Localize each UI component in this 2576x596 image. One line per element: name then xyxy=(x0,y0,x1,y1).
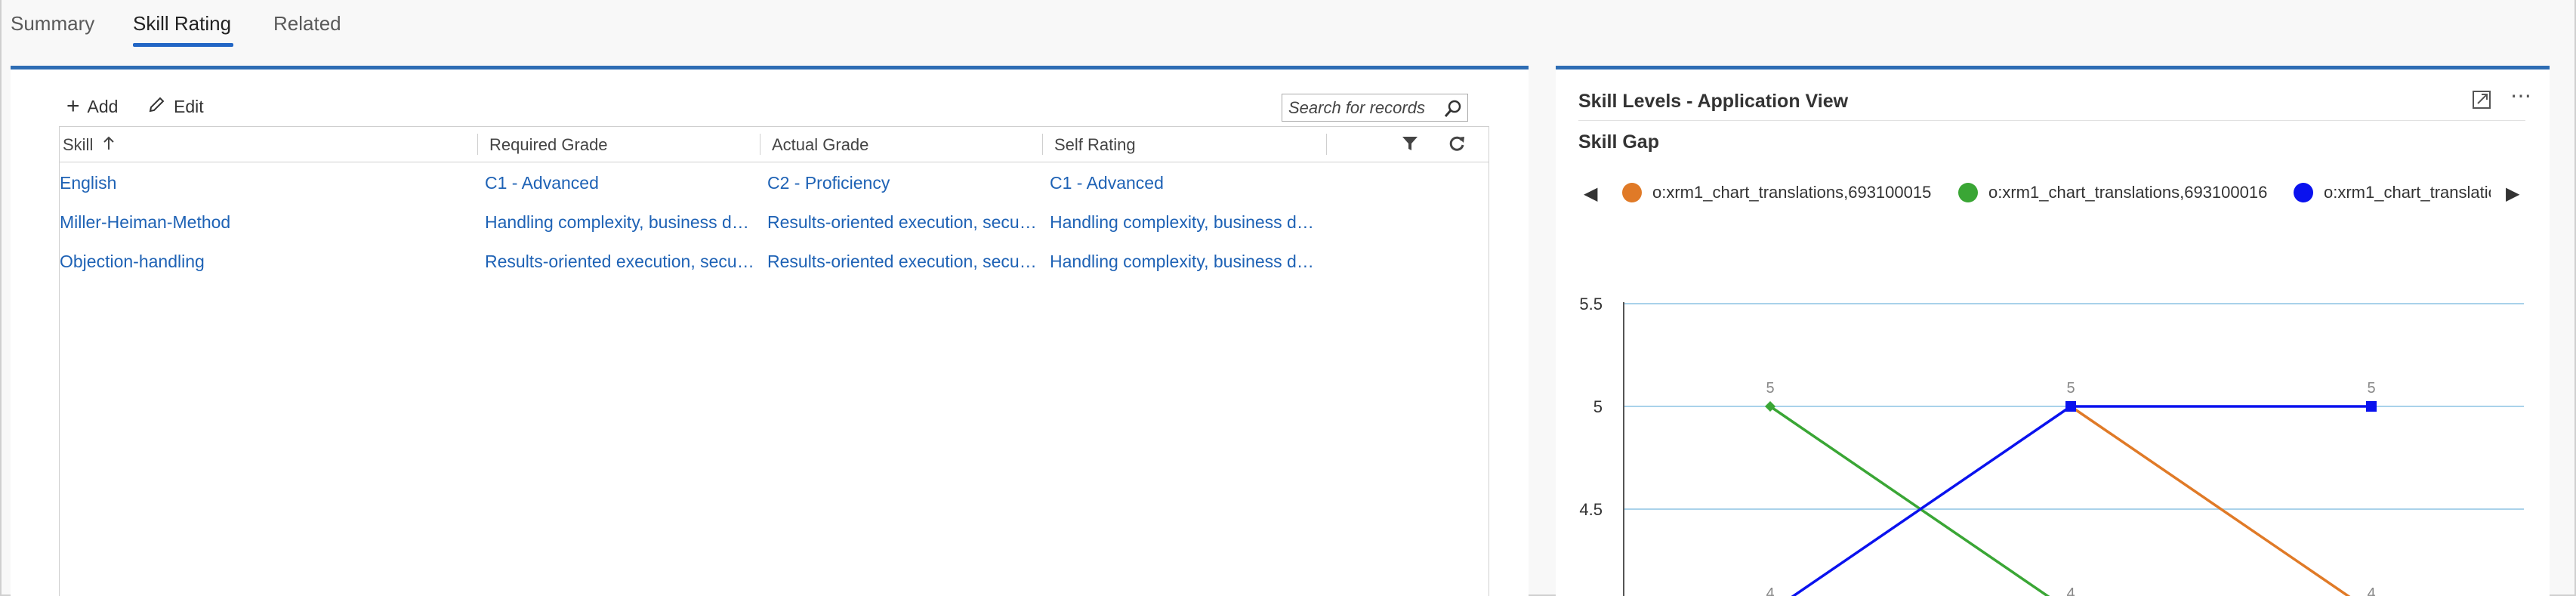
tab-related[interactable]: Related xyxy=(273,12,341,36)
legend-item[interactable]: o:xrm1_chart_translations,693100017 xyxy=(2294,183,2491,202)
series-line xyxy=(1791,405,2072,596)
legend-marker xyxy=(1958,183,1978,202)
series-line xyxy=(2070,405,2351,596)
column-header-actual-grade[interactable]: Actual Grade xyxy=(772,135,868,155)
legend-label: o:xrm1_chart_translations,693100017 xyxy=(2324,183,2491,202)
edit-button[interactable]: Edit xyxy=(148,95,204,118)
data-point xyxy=(2366,401,2377,412)
column-divider[interactable] xyxy=(1326,134,1327,155)
tab-summary[interactable]: Summary xyxy=(11,12,94,36)
legend-next-arrow[interactable]: ▶ xyxy=(2506,183,2519,205)
table-row[interactable]: English C1 - Advanced C2 - Proficiency C… xyxy=(60,165,1489,204)
column-header-required-grade[interactable]: Required Grade xyxy=(489,135,608,155)
data-label: 4 xyxy=(2367,585,2375,596)
cell-actual-grade[interactable]: C2 - Proficiency xyxy=(767,173,1039,193)
filter-icon[interactable] xyxy=(1401,134,1419,156)
plus-icon: + xyxy=(66,94,80,119)
data-label: 5 xyxy=(1766,380,1774,397)
skill-rating-subgrid: + Add Edit Skill Required Grade Actual G… xyxy=(11,66,1529,596)
search-box xyxy=(1282,94,1468,122)
cell-self-rating[interactable]: C1 - Advanced xyxy=(1050,173,1322,193)
legend-item[interactable]: o:xrm1_chart_translations,693100016 xyxy=(1958,183,2267,202)
cell-skill[interactable]: Objection-handling xyxy=(60,252,467,272)
search-input[interactable] xyxy=(1288,97,1439,118)
cell-actual-grade[interactable]: Results-oriented execution, security and… xyxy=(767,252,1039,272)
legend-prev-arrow[interactable]: ◀ xyxy=(1584,183,1597,205)
column-header-skill-label: Skill xyxy=(63,135,94,154)
series-line xyxy=(1769,405,2050,596)
cell-self-rating[interactable]: Handling complexity, business developmen… xyxy=(1050,252,1322,272)
sort-ascending-icon xyxy=(102,135,116,154)
y-tick-label: 5 xyxy=(1593,397,1603,416)
cell-self-rating[interactable]: Handling complexity, business developmen… xyxy=(1050,212,1322,233)
data-label: 5 xyxy=(2367,380,2375,397)
cell-required-grade[interactable]: Results-oriented execution, security and… xyxy=(485,252,757,272)
legend-label: o:xrm1_chart_translations,693100015 xyxy=(1652,183,1932,202)
cell-required-grade[interactable]: C1 - Advanced xyxy=(485,173,757,193)
y-tick-label: 4.5 xyxy=(1579,500,1603,519)
expand-chart-icon[interactable] xyxy=(2471,89,2492,116)
cell-skill[interactable]: Miller-Heiman-Method xyxy=(60,212,467,233)
cell-required-grade[interactable]: Handling complexity, business developmen… xyxy=(485,212,757,233)
cell-skill[interactable]: English xyxy=(60,173,467,193)
add-button[interactable]: + Add xyxy=(66,95,118,118)
column-divider[interactable] xyxy=(1042,134,1043,155)
column-header-skill[interactable]: Skill xyxy=(63,135,116,155)
data-label: 4 xyxy=(1766,585,1774,596)
divider xyxy=(1578,120,2525,121)
chart-legend: o:xrm1_chart_translations,693100015 o:xr… xyxy=(1622,183,2491,213)
legend-label: o:xrm1_chart_translations,693100016 xyxy=(1988,183,2268,202)
tab-skill-rating[interactable]: Skill Rating xyxy=(133,12,231,36)
edit-label: Edit xyxy=(174,96,204,116)
chart-panel: Skill Levels - Application View ⋯ Skill … xyxy=(1556,66,2550,596)
cell-actual-grade[interactable]: Results-oriented execution, security and… xyxy=(767,212,1039,233)
chart-panel-title: Skill Levels - Application View xyxy=(1578,91,1849,112)
legend-marker xyxy=(2294,183,2313,202)
more-options-icon[interactable]: ⋯ xyxy=(2510,83,2531,108)
line-chart: 44.555.5545445 xyxy=(1579,295,2524,596)
chart-title: Skill Gap xyxy=(1578,131,1659,153)
pencil-icon xyxy=(148,95,166,118)
data-label: 5 xyxy=(2066,380,2075,397)
data-point xyxy=(2065,401,2076,412)
column-divider[interactable] xyxy=(477,134,478,155)
search-icon[interactable] xyxy=(1443,99,1463,119)
grid-header: Skill Required Grade Actual Grade Self R… xyxy=(60,127,1489,162)
table-row[interactable]: Miller-Heiman-Method Handling complexity… xyxy=(60,204,1489,243)
records-grid: Skill Required Grade Actual Grade Self R… xyxy=(59,126,1489,596)
add-label: Add xyxy=(87,96,119,116)
active-tab-indicator xyxy=(133,43,233,47)
legend-item[interactable]: o:xrm1_chart_translations,693100015 xyxy=(1622,183,1931,202)
legend-marker xyxy=(1622,183,1642,202)
refresh-icon[interactable] xyxy=(1448,134,1466,156)
y-tick-label: 5.5 xyxy=(1579,295,1603,313)
table-row[interactable]: Objection-handling Results-oriented exec… xyxy=(60,243,1489,283)
data-label: 4 xyxy=(2066,585,2075,596)
column-header-self-rating[interactable]: Self Rating xyxy=(1054,135,1136,155)
